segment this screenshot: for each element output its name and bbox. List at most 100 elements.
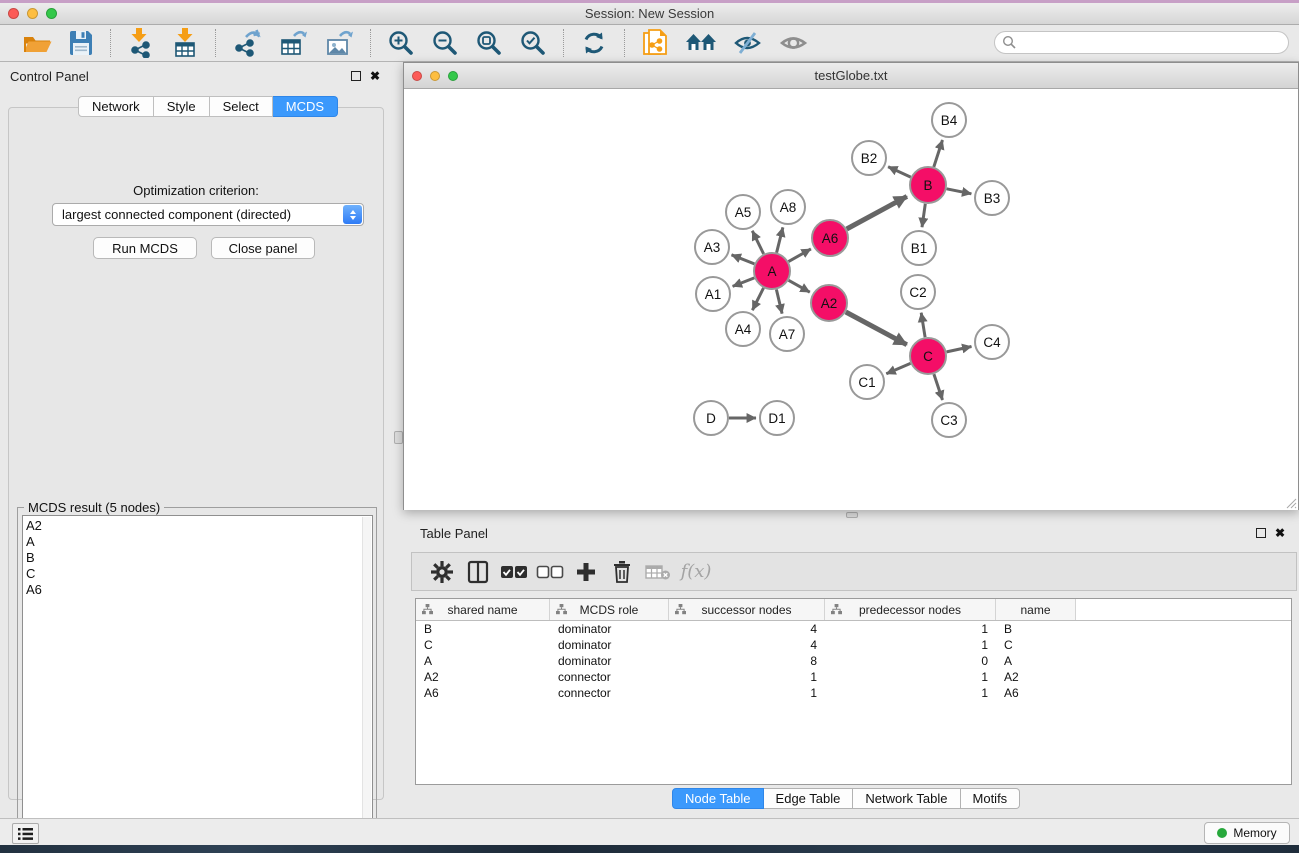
show-all-columns-button[interactable] [496,555,532,589]
export-image-button[interactable] [316,27,362,59]
cell-successor-nodes[interactable]: 8 [669,653,825,669]
zoom-out-button[interactable] [423,27,467,59]
column-header-successor-nodes[interactable]: successor nodes [669,599,825,620]
cell-predecessor-nodes[interactable]: 1 [825,637,996,653]
table-row[interactable]: Adominator80A [416,653,1291,669]
close-panel-icon[interactable]: ✖ [370,71,380,81]
tab-motifs[interactable]: Motifs [961,788,1021,809]
tab-style[interactable]: Style [154,96,210,117]
minimize-window-button[interactable] [27,8,38,19]
graph-edge-C-C2[interactable] [921,313,925,338]
vertical-splitter-grip[interactable] [394,431,403,444]
export-network-button[interactable] [224,27,270,59]
column-header-name[interactable]: name [996,599,1076,620]
memory-button[interactable]: Memory [1204,822,1290,844]
cell-name[interactable]: C [996,637,1076,653]
graph-edge-A-A6[interactable] [789,249,811,262]
network-canvas[interactable]: AA1A2A3A4A5A6A7A8BB1B2B3B4CC1C2C3C4DD1 [404,89,1298,510]
cell-successor-nodes[interactable]: 1 [669,669,825,685]
mcds-result-item[interactable]: A2 [26,518,372,534]
home-networks-button[interactable] [677,27,725,59]
table-settings-button[interactable] [424,555,460,589]
show-panel-eye-button[interactable] [771,27,817,59]
mcds-result-item[interactable]: A [26,534,372,550]
graph-edge-C-C4[interactable] [947,347,972,352]
cell-predecessor-nodes[interactable]: 1 [825,621,996,637]
close-window-button[interactable] [8,8,19,19]
cell-MCDS-role[interactable]: dominator [550,621,669,637]
mcds-result-item[interactable]: A6 [26,582,372,598]
close-network-button[interactable] [412,71,422,81]
window-resize-grip[interactable] [1283,495,1297,509]
network-window-titlebar[interactable]: testGlobe.txt [404,63,1298,89]
column-header-MCDS-role[interactable]: MCDS role [550,599,669,620]
graph-edge-A-A2[interactable] [789,280,810,292]
cell-shared-name[interactable]: C [416,637,550,653]
export-table-button[interactable] [270,27,316,59]
graph-edge-A-A7[interactable] [776,290,782,314]
graph-edge-A6-B[interactable] [847,196,907,229]
column-header-shared-name[interactable]: shared name [416,599,550,620]
column-layout-button[interactable] [460,555,496,589]
cell-MCDS-role[interactable]: dominator [550,637,669,653]
graph-edge-A-A5[interactable] [752,231,763,254]
cell-shared-name[interactable]: A6 [416,685,550,701]
close-table-panel-icon[interactable]: ✖ [1275,528,1285,538]
cell-shared-name[interactable]: B [416,621,550,637]
graph-edge-C-C1[interactable] [886,363,910,373]
graph-edge-A-A8[interactable] [777,227,783,252]
zoom-selected-button[interactable] [511,27,555,59]
zoom-network-button[interactable] [448,71,458,81]
table-row[interactable]: Bdominator41B [416,621,1291,637]
mcds-result-list[interactable]: A2ABCA6 [22,515,373,835]
hide-all-columns-button[interactable] [532,555,568,589]
criterion-select[interactable]: largest connected component (directed) [52,203,364,226]
cell-name[interactable]: B [996,621,1076,637]
table-row[interactable]: A6connector11A6 [416,685,1291,701]
minimize-network-button[interactable] [430,71,440,81]
cell-MCDS-role[interactable]: connector [550,669,669,685]
cell-predecessor-nodes[interactable]: 1 [825,669,996,685]
column-header-predecessor-nodes[interactable]: predecessor nodes [825,599,996,620]
cell-successor-nodes[interactable]: 1 [669,685,825,701]
search-input[interactable] [1017,34,1288,52]
hide-panel-eye-button[interactable] [725,27,771,59]
horizontal-splitter-grip[interactable] [846,512,858,518]
add-column-button[interactable] [568,555,604,589]
graph-edge-A-A1[interactable] [733,278,755,287]
float-panel-icon[interactable] [351,71,361,81]
cell-predecessor-nodes[interactable]: 1 [825,685,996,701]
zoom-in-button[interactable] [379,27,423,59]
new-session-from-network-button[interactable] [633,27,677,59]
delete-column-button[interactable] [604,555,640,589]
zoom-window-button[interactable] [46,8,57,19]
cell-shared-name[interactable]: A [416,653,550,669]
tab-edge-table[interactable]: Edge Table [764,788,854,809]
graph-edge-A2-C[interactable] [846,312,907,345]
mcds-list-scrollbar[interactable] [362,517,371,835]
graph-edge-C-C3[interactable] [934,374,943,400]
import-table-button[interactable] [163,27,207,59]
cell-name[interactable]: A6 [996,685,1076,701]
tab-network[interactable]: Network [78,96,154,117]
open-file-button[interactable] [14,27,60,59]
run-mcds-button[interactable]: Run MCDS [93,237,197,259]
graph-edge-B-B3[interactable] [947,189,972,194]
task-history-button[interactable] [12,823,39,844]
graph-edge-A-A3[interactable] [732,255,755,264]
tab-select[interactable]: Select [210,96,273,117]
tab-network-table[interactable]: Network Table [853,788,960,809]
delete-table-button[interactable] [640,555,676,589]
mcds-result-item[interactable]: B [26,550,372,566]
refresh-button[interactable] [572,27,616,59]
function-builder-button[interactable]: f(x) [676,555,712,589]
cell-name[interactable]: A [996,653,1076,669]
table-row[interactable]: Cdominator41C [416,637,1291,653]
import-network-button[interactable] [119,27,163,59]
tab-node-table[interactable]: Node Table [672,788,764,809]
save-session-button[interactable] [60,27,102,59]
graph-edge-B-B4[interactable] [934,140,943,167]
graph-edge-A-A4[interactable] [752,288,763,310]
graph-edge-B-B1[interactable] [922,204,925,227]
cell-shared-name[interactable]: A2 [416,669,550,685]
